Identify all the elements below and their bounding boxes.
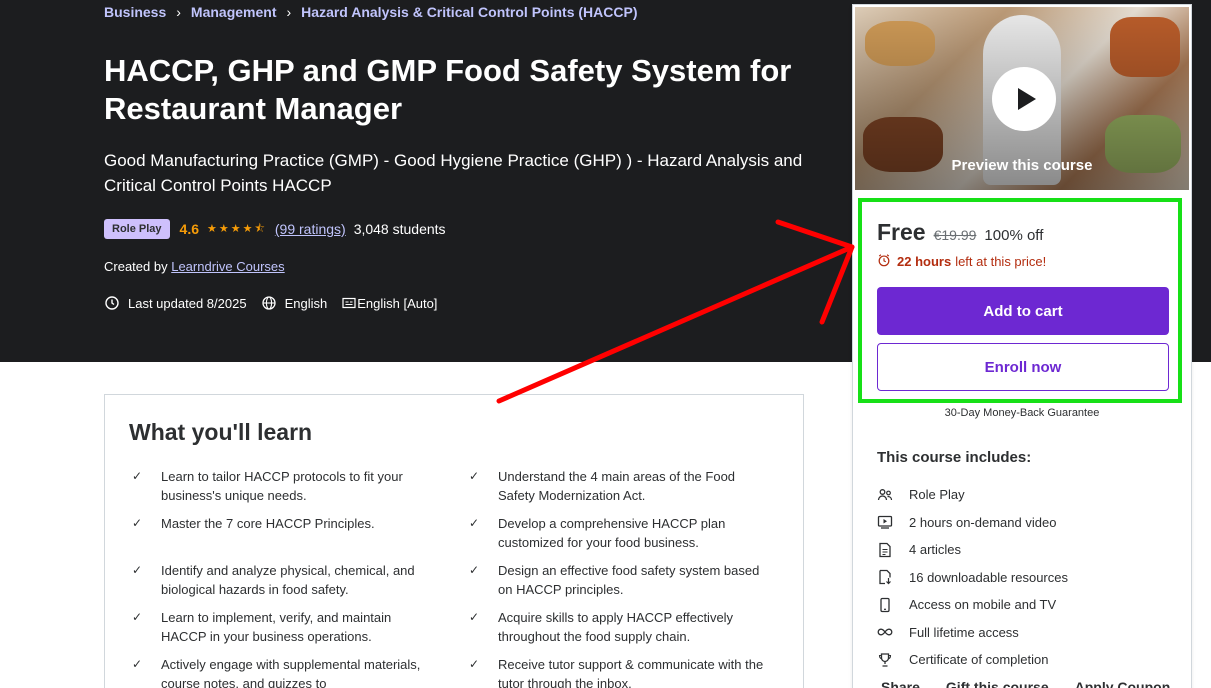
timer-hours: 22 hours bbox=[897, 254, 952, 269]
breadcrumb-business[interactable]: Business bbox=[104, 4, 166, 20]
check-icon: ✓ bbox=[469, 610, 480, 624]
learn-item: ✓ Understand the 4 main areas of the Food… bbox=[466, 467, 781, 505]
learn-item: ✓ Learn to tailor HACCP protocols to fit … bbox=[129, 467, 466, 505]
role-play-badge: Role Play bbox=[104, 219, 170, 239]
article-icon bbox=[877, 542, 893, 558]
last-updated: Last updated 8/2025 bbox=[128, 295, 247, 311]
purchase-sidebar: Preview this course Free €19.99 100% off… bbox=[852, 4, 1192, 688]
price-row: Free €19.99 100% off bbox=[877, 219, 1043, 246]
share-row: Share Gift this course Apply Coupon bbox=[881, 679, 1170, 688]
apply-coupon-link[interactable]: Apply Coupon bbox=[1075, 679, 1171, 688]
download-icon bbox=[877, 569, 893, 585]
includes-item: Access on mobile and TV bbox=[877, 591, 1068, 619]
add-to-cart-button[interactable]: Add to cart bbox=[877, 287, 1169, 335]
includes-item: 16 downloadable resources bbox=[877, 564, 1068, 592]
students-count: 3,048 students bbox=[353, 221, 446, 237]
instructor-link[interactable]: Learndrive Courses bbox=[171, 259, 284, 274]
learn-item: ✓ Actively engage with supplemental mater… bbox=[129, 655, 466, 688]
includes-item: 2 hours on-demand video bbox=[877, 509, 1068, 537]
includes-item: 4 articles bbox=[877, 536, 1068, 564]
learn-item: ✓ Learn to implement, verify, and maintai… bbox=[129, 608, 466, 646]
mobile-icon bbox=[877, 597, 893, 613]
timer-text: left at this price! bbox=[955, 254, 1047, 269]
created-by-label: Created by bbox=[104, 259, 168, 274]
trophy-icon bbox=[877, 652, 893, 668]
alarm-clock-icon bbox=[877, 253, 891, 270]
money-back-guarantee: 30-Day Money-Back Guarantee bbox=[944, 407, 1100, 419]
rating-row: Role Play 4.6 ★★★★⯪ (99 ratings) 3,048 s… bbox=[104, 219, 446, 239]
check-icon: ✓ bbox=[469, 563, 480, 577]
learn-item: ✓ Identify and analyze physical, chemical… bbox=[129, 561, 466, 599]
video-icon bbox=[877, 514, 893, 530]
check-icon: ✓ bbox=[469, 469, 480, 483]
play-button[interactable] bbox=[992, 67, 1056, 131]
check-icon: ✓ bbox=[132, 516, 143, 530]
price-timer: 22 hours left at this price! bbox=[877, 253, 1046, 270]
preview-label[interactable]: Preview this course bbox=[855, 157, 1189, 174]
learn-item: ✓ Develop a comprehensive HACCP plan cust… bbox=[466, 514, 781, 552]
original-price: €19.99 bbox=[933, 227, 977, 243]
breadcrumb-haccp[interactable]: Hazard Analysis & Critical Control Point… bbox=[301, 4, 637, 20]
learn-item: ✓ Acquire skills to apply HACCP effective… bbox=[466, 608, 781, 646]
ratings-count-link[interactable]: (99 ratings) bbox=[275, 221, 346, 237]
globe-icon bbox=[261, 295, 277, 311]
check-icon: ✓ bbox=[469, 657, 480, 671]
breadcrumb: Business › Management › Hazard Analysis … bbox=[104, 3, 637, 21]
captions-icon bbox=[341, 295, 357, 311]
chevron-right-icon: › bbox=[176, 3, 181, 20]
course-meta: Last updated 8/2025 English English [Aut… bbox=[104, 295, 437, 311]
course-subtitle: Good Manufacturing Practice (GMP) - Good… bbox=[104, 151, 803, 195]
rating-value: 4.6 bbox=[179, 221, 199, 237]
gift-course-link[interactable]: Gift this course bbox=[946, 679, 1049, 688]
created-by: Created by Learndrive Courses bbox=[104, 259, 285, 274]
course-preview-video[interactable]: Preview this course bbox=[855, 7, 1189, 190]
check-icon: ✓ bbox=[132, 469, 143, 483]
check-icon: ✓ bbox=[132, 610, 143, 624]
learn-title: What you'll learn bbox=[129, 419, 313, 445]
includes-title: This course includes: bbox=[877, 449, 1032, 466]
learn-list: ✓ Learn to tailor HACCP protocols to fit … bbox=[129, 467, 781, 688]
check-icon: ✓ bbox=[132, 657, 143, 671]
share-link[interactable]: Share bbox=[881, 679, 920, 688]
discount-percent: 100% off bbox=[984, 227, 1044, 244]
alert-clock-icon bbox=[104, 295, 120, 311]
chevron-right-icon: › bbox=[286, 3, 292, 20]
breadcrumb-management[interactable]: Management bbox=[191, 4, 277, 20]
course-captions: English [Auto] bbox=[357, 295, 438, 311]
role-play-icon bbox=[877, 487, 893, 503]
includes-item: Role Play bbox=[877, 481, 1068, 509]
learn-item: ✓ Master the 7 core HACCP Principles. bbox=[129, 514, 466, 552]
current-price: Free bbox=[877, 219, 926, 245]
play-icon bbox=[1017, 88, 1036, 110]
course-language: English bbox=[284, 295, 328, 311]
learn-item: ✓ Receive tutor support & communicate wit… bbox=[466, 655, 781, 688]
check-icon: ✓ bbox=[469, 516, 480, 530]
star-rating-icon: ★★★★⯪ bbox=[207, 222, 267, 235]
infinity-icon bbox=[877, 624, 893, 640]
course-title: HACCP, GHP and GMP Food Safety System fo… bbox=[104, 53, 792, 126]
learn-item: ✓ Design an effective food safety system … bbox=[466, 561, 781, 599]
includes-item: Certificate of completion bbox=[877, 646, 1068, 674]
includes-list: Role Play 2 hours on-demand video 4 arti… bbox=[877, 481, 1068, 674]
what-you-will-learn: What you'll learn ✓ Learn to tailor HACCP… bbox=[104, 394, 804, 688]
includes-item: Full lifetime access bbox=[877, 619, 1068, 647]
enroll-now-button[interactable]: Enroll now bbox=[877, 343, 1169, 391]
check-icon: ✓ bbox=[132, 563, 143, 577]
